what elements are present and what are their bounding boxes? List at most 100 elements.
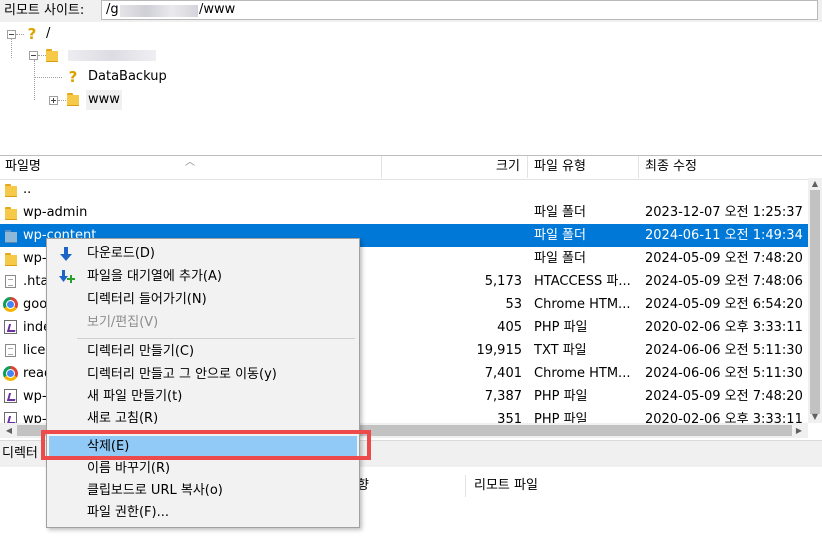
file-size: 5,173 [484, 274, 522, 289]
php-file-icon [4, 320, 17, 334]
menu-item-label: 이름 바꾸기(R) [87, 461, 171, 476]
menu-item-view-edit: 보기/편집(V) [49, 312, 357, 334]
menu-item-label: 파일을 대기열에 추가(A) [87, 269, 222, 284]
file-type: PHP 파일 [534, 389, 588, 404]
menu-item-label: 파일 권한(F)... [87, 505, 169, 520]
file-size: 405 [497, 320, 522, 335]
file-type: HTACCESS 파... [534, 274, 631, 289]
menu-item-create-and-enter-directory[interactable]: 디렉터리 만들고 그 안으로 이동(y) [49, 364, 357, 386]
column-header-filename[interactable]: 파일명 [5, 156, 41, 178]
annotation-highlight-box [41, 430, 371, 460]
tree-node-www[interactable]: www [48, 90, 188, 110]
column-header-type[interactable]: 파일 유형 [534, 156, 586, 178]
file-type: PHP 파일 [534, 412, 588, 423]
folder-icon [67, 93, 79, 106]
file-name: wp- [23, 251, 47, 266]
text-file-icon [5, 275, 16, 288]
tree-node-databackup[interactable]: ? DataBackup [66, 67, 206, 87]
remote-path-prefix: /g [106, 2, 119, 17]
expand-icon[interactable] [49, 96, 58, 105]
file-type: Chrome HTM... [534, 366, 631, 381]
column-divider[interactable] [465, 475, 466, 497]
menu-item-label: 디렉터리 들어가기(N) [87, 292, 207, 307]
php-file-icon [4, 389, 17, 403]
add-to-queue-icon [59, 270, 75, 283]
file-modified: 2024-06-11 오전 1:49:34 [645, 228, 803, 243]
scroll-up-icon[interactable]: ▲ [808, 178, 822, 190]
file-row[interactable]: .. [0, 178, 808, 201]
column-divider[interactable] [527, 156, 528, 178]
remote-site-path-input[interactable]: /g /www [101, 0, 818, 20]
file-modified: 2020-02-06 오후 3:33:11 [645, 412, 803, 423]
context-menu: 다운로드(D) 파일을 대기열에 추가(A) 디렉터리 들어가기(N) 보기/편… [46, 238, 360, 528]
remote-path-suffix: /www [199, 2, 236, 17]
file-type: 파일 폴더 [534, 228, 586, 243]
tree-connector [34, 60, 35, 100]
scroll-left-icon[interactable]: ◀ [2, 423, 16, 438]
menu-item-create-directory[interactable]: 디렉터리 만들기(C) [49, 341, 357, 363]
menu-item-copy-url[interactable]: 클립보드로 URL 복사(o) [49, 480, 357, 502]
status-text: 디렉터 [2, 446, 38, 461]
column-header-modified[interactable]: 최종 수정 [645, 156, 697, 178]
tree-node-site[interactable] [28, 45, 168, 65]
tree-node-label: www [86, 90, 122, 110]
tree-connector [34, 77, 62, 78]
remote-site-label: 리모트 사이트: [4, 3, 85, 18]
vertical-scroll-thumb[interactable] [810, 190, 820, 414]
column-divider[interactable] [381, 156, 382, 178]
menu-separator [77, 338, 355, 339]
file-type: Chrome HTM... [534, 297, 631, 312]
file-modified: 2024-06-06 오전 5:11:30 [645, 366, 803, 381]
remote-directory-tree: ? / ? DataBackup www [0, 22, 822, 152]
menu-item-create-file[interactable]: 새 파일 만들기(t) [49, 386, 357, 408]
menu-item-label: 새로 고침(R) [87, 411, 159, 426]
file-type: 파일 폴더 [534, 205, 586, 220]
queue-header-remote-file[interactable]: 리모트 파일 [474, 475, 538, 497]
menu-item-rename[interactable]: 이름 바꾸기(R) [49, 458, 357, 480]
menu-item-label: 새 파일 만들기(t) [87, 389, 183, 404]
unknown-folder-icon: ? [27, 25, 37, 43]
scroll-right-icon[interactable]: ▶ [792, 423, 806, 438]
redacted-folder-name [68, 50, 156, 61]
folder-icon [5, 230, 17, 243]
file-name: wp- [23, 389, 47, 404]
menu-item-add-to-queue[interactable]: 파일을 대기열에 추가(A) [49, 266, 357, 288]
file-name: goo [23, 297, 48, 312]
tree-node-label: / [46, 26, 51, 41]
redacted-path-segment [120, 5, 198, 17]
menu-item-file-permissions[interactable]: 파일 권한(F)... [49, 502, 357, 524]
unknown-folder-icon: ? [68, 68, 78, 86]
sort-ascending-icon: ︿ [185, 157, 195, 168]
text-file-icon [5, 344, 16, 357]
download-arrow-icon [60, 247, 72, 261]
file-type: 파일 폴더 [534, 251, 586, 266]
menu-item-label: 클립보드로 URL 복사(o) [87, 483, 223, 498]
scroll-down-icon[interactable]: ▼ [808, 411, 822, 423]
chrome-html-icon [3, 297, 18, 312]
file-name: wp- [23, 412, 47, 423]
menu-item-enter-directory[interactable]: 디렉터리 들어가기(N) [49, 289, 357, 311]
tree-node-root[interactable]: ? / [6, 24, 106, 44]
menu-item-refresh[interactable]: 새로 고침(R) [49, 408, 357, 430]
folder-icon [5, 207, 17, 220]
column-divider[interactable] [638, 156, 639, 178]
file-size: 351 [497, 412, 522, 423]
file-list-header: ︿ 파일명 크기 파일 유형 최종 수정 [0, 155, 822, 180]
menu-item-label: 보기/편집(V) [87, 315, 159, 330]
collapse-icon[interactable] [7, 30, 16, 39]
folder-icon [5, 184, 17, 197]
php-file-icon [4, 412, 17, 423]
file-modified: 2024-05-09 오전 7:48:06 [645, 274, 803, 289]
menu-item-label: 디렉터리 만들기(C) [87, 344, 195, 359]
file-modified: 2023-12-07 오전 1:25:37 [645, 205, 803, 220]
file-row[interactable]: wp-admin 파일 폴더 2023-12-07 오전 1:25:37 [0, 201, 808, 224]
file-name: .. [23, 182, 32, 197]
file-size: 7,387 [484, 389, 522, 404]
file-size: 53 [505, 297, 522, 312]
file-modified: 2024-06-06 오전 5:11:30 [645, 343, 803, 358]
menu-item-download[interactable]: 다운로드(D) [49, 243, 357, 265]
file-modified: 2024-05-09 오전 6:54:20 [645, 297, 803, 312]
column-header-size[interactable]: 크기 [496, 156, 520, 178]
collapse-icon[interactable] [29, 51, 38, 60]
file-type: PHP 파일 [534, 320, 588, 335]
